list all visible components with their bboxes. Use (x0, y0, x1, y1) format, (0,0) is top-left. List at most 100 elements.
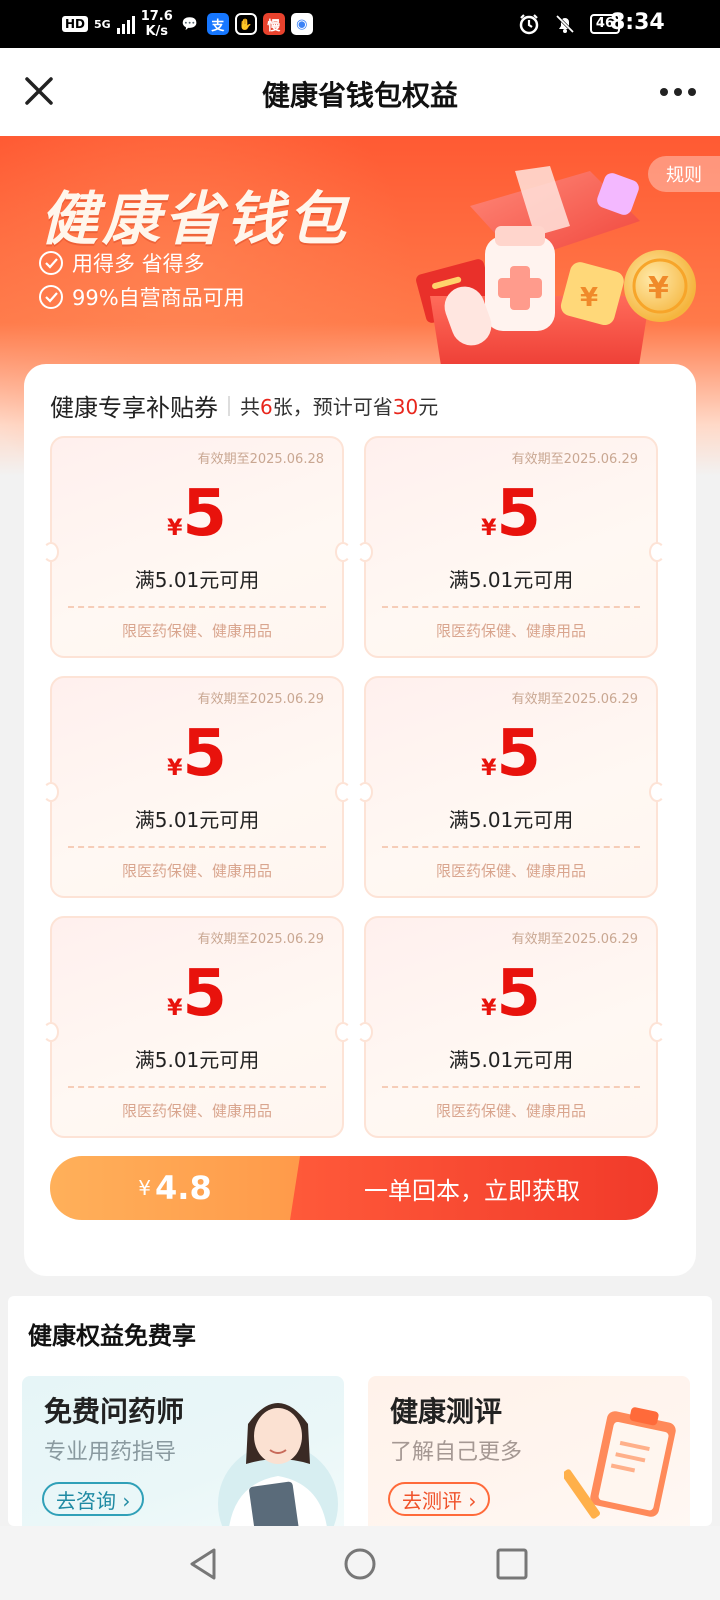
pharmacist-card[interactable]: 免费问药师 专业用药指导 去咨询 › (22, 1376, 344, 1526)
coupon-scope: 限医药保健、健康用品 (435, 862, 586, 880)
currency-symbol: ¥ (481, 996, 497, 1021)
back-triangle-icon[interactable] (186, 1546, 222, 1582)
mute-bell-icon (555, 14, 574, 34)
alarm-icon (519, 14, 539, 35)
coupon-amount: ¥5 (366, 722, 656, 786)
coupon-validity: 有效期至2025.06.29 (511, 932, 638, 947)
currency-symbol: ¥ (481, 756, 497, 781)
dashed-divider (68, 606, 326, 608)
coupon-validity: 有效期至2025.06.28 (197, 452, 324, 467)
check-circle-icon (39, 251, 63, 275)
coupon-card[interactable]: 有效期至2025.06.29 ¥5 满5.01元可用 限医药保健、健康用品 (357, 916, 665, 1138)
cta-price: ¥ 4.8 (50, 1156, 300, 1220)
feature-label: 用得多 省得多 (72, 252, 205, 276)
assess-button[interactable]: 去测评 › (388, 1482, 491, 1516)
wechat-icon: 💬 (181, 16, 198, 32)
coupon-scope: 限医药保健、健康用品 (121, 862, 272, 880)
coupon-validity: 有效期至2025.06.29 (511, 692, 638, 707)
coupon-amount: ¥5 (52, 722, 342, 786)
dashed-divider (68, 846, 326, 848)
currency-symbol: ¥ (167, 756, 183, 781)
banner-title: 健康省钱包 (40, 185, 351, 253)
currency-symbol: ¥ (167, 996, 183, 1021)
hand-icon: ✋ (234, 13, 257, 35)
banner-feature: 99%自营商品可用 (38, 282, 245, 312)
coupon-amount: ¥5 (366, 482, 656, 546)
card-title: 健康测评 (390, 1395, 503, 1428)
currency-symbol: ¥ (481, 516, 497, 541)
coupon-value: 5 (182, 477, 227, 551)
coupon-section: 健康专享补贴券 共6张，预计可省30元 有效期至2025.06.28 ¥5 满5… (24, 364, 696, 1276)
dashed-divider (382, 1086, 640, 1088)
coupon-card[interactable]: 有效期至2025.06.29 ¥5 满5.01元可用 限医药保健、健康用品 (43, 676, 351, 898)
coupon-condition: 满5.01元可用 (448, 1048, 574, 1072)
coupon-scope: 限医药保健、健康用品 (121, 1102, 272, 1120)
coupon-scope: 限医药保健、健康用品 (435, 622, 586, 640)
clock: 8:34 (610, 10, 665, 35)
man-icon: 慢 (262, 13, 285, 35)
coupon-value: 5 (496, 717, 541, 791)
banner-feature: 用得多 省得多 (38, 248, 205, 278)
hd-badge: HD (62, 16, 89, 32)
coupon-validity: 有效期至2025.06.29 (197, 692, 324, 707)
dashed-divider (382, 846, 640, 848)
more-icon[interactable] (658, 78, 698, 106)
network-speed: 17.6 K/s (141, 9, 173, 39)
feature-label: 99%自营商品可用 (72, 286, 245, 310)
card-subtitle: 了解自己更多 (390, 1440, 523, 1465)
coupon-validity: 有效期至2025.06.29 (511, 452, 638, 467)
speed-unit: K/s (145, 24, 169, 39)
coupon-value: 5 (182, 717, 227, 791)
currency-symbol: ¥ (138, 1176, 152, 1200)
health-assessment-card[interactable]: 健康测评 了解自己更多 去测评 › (368, 1376, 690, 1526)
coupon-card[interactable]: 有效期至2025.06.29 ¥5 满5.01元可用 限医药保健、健康用品 (357, 436, 665, 658)
consult-button[interactable]: 去咨询 › (42, 1482, 145, 1516)
coupon-condition: 满5.01元可用 (448, 808, 574, 832)
coupon-amount: ¥5 (52, 482, 342, 546)
signal-icon (116, 14, 135, 34)
status-left: HD 5G 17.6 K/s 💬 支 ✋ 慢 ◉ (62, 8, 313, 40)
coupon-value: 5 (182, 957, 227, 1031)
currency-symbol: ¥ (167, 516, 183, 541)
svg-text:¥: ¥ (648, 271, 669, 306)
page-title: 健康省钱包权益 (261, 79, 458, 112)
coupon-amount: ¥5 (366, 962, 656, 1026)
card-title: 免费问药师 (44, 1395, 185, 1428)
free-benefits-section: 健康权益免费享 免费问药师 专业用药指导 去咨询 › 健康测评 了解自己更多 去… (8, 1296, 712, 1526)
benefits-title: 健康权益免费享 (28, 1322, 196, 1350)
browser-icon: ◉ (290, 13, 313, 35)
coupon-validity: 有效期至2025.06.29 (197, 932, 324, 947)
svg-text:¥: ¥ (580, 283, 598, 313)
recents-square-icon[interactable] (494, 1546, 530, 1582)
coupon-count: 6 (260, 395, 273, 419)
status-right: 46 (518, 8, 620, 40)
divider (228, 395, 230, 416)
saving-amount: 30 (392, 395, 419, 419)
coupon-condition: 满5.01元可用 (134, 1048, 260, 1072)
coupon-scope: 限医药保健、健康用品 (435, 1102, 586, 1120)
coupon-value: 5 (496, 957, 541, 1031)
speed-value: 17.6 (140, 9, 173, 24)
alipay-icon: 支 (206, 13, 229, 35)
coupon-amount: ¥5 (52, 962, 342, 1026)
summary-suffix: 元 (418, 395, 439, 419)
check-circle-icon (39, 285, 63, 309)
card-subtitle: 专业用药指导 (44, 1440, 177, 1465)
coupon-summary: 共6张，预计可省30元 (240, 391, 438, 420)
coupon-card[interactable]: 有效期至2025.06.29 ¥5 满5.01元可用 限医药保健、健康用品 (357, 676, 665, 898)
system-nav-bar (0, 1526, 720, 1600)
coupon-section-header: 健康专享补贴券 共6张，预计可省30元 (50, 388, 438, 423)
get-coupons-button[interactable]: ¥ 4.8 一单回本，立即获取 (50, 1156, 658, 1220)
coupon-section-title: 健康专享补贴券 (50, 394, 218, 422)
price-value: 4.8 (155, 1169, 212, 1207)
dashed-divider (68, 1086, 326, 1088)
home-circle-icon[interactable] (342, 1546, 378, 1582)
network-type: 5G (94, 17, 111, 31)
summary-mid: 张，预计可省 (272, 395, 393, 419)
coupon-value: 5 (496, 477, 541, 551)
coupon-card[interactable]: 有效期至2025.06.29 ¥5 满5.01元可用 限医药保健、健康用品 (43, 916, 351, 1138)
gift-box-illustration: ¥ ¥ (416, 166, 696, 391)
coupon-card[interactable]: 有效期至2025.06.28 ¥5 满5.01元可用 限医药保健、健康用品 (43, 436, 351, 658)
coupon-condition: 满5.01元可用 (134, 808, 260, 832)
cta-label: 一单回本，立即获取 (286, 1156, 658, 1220)
